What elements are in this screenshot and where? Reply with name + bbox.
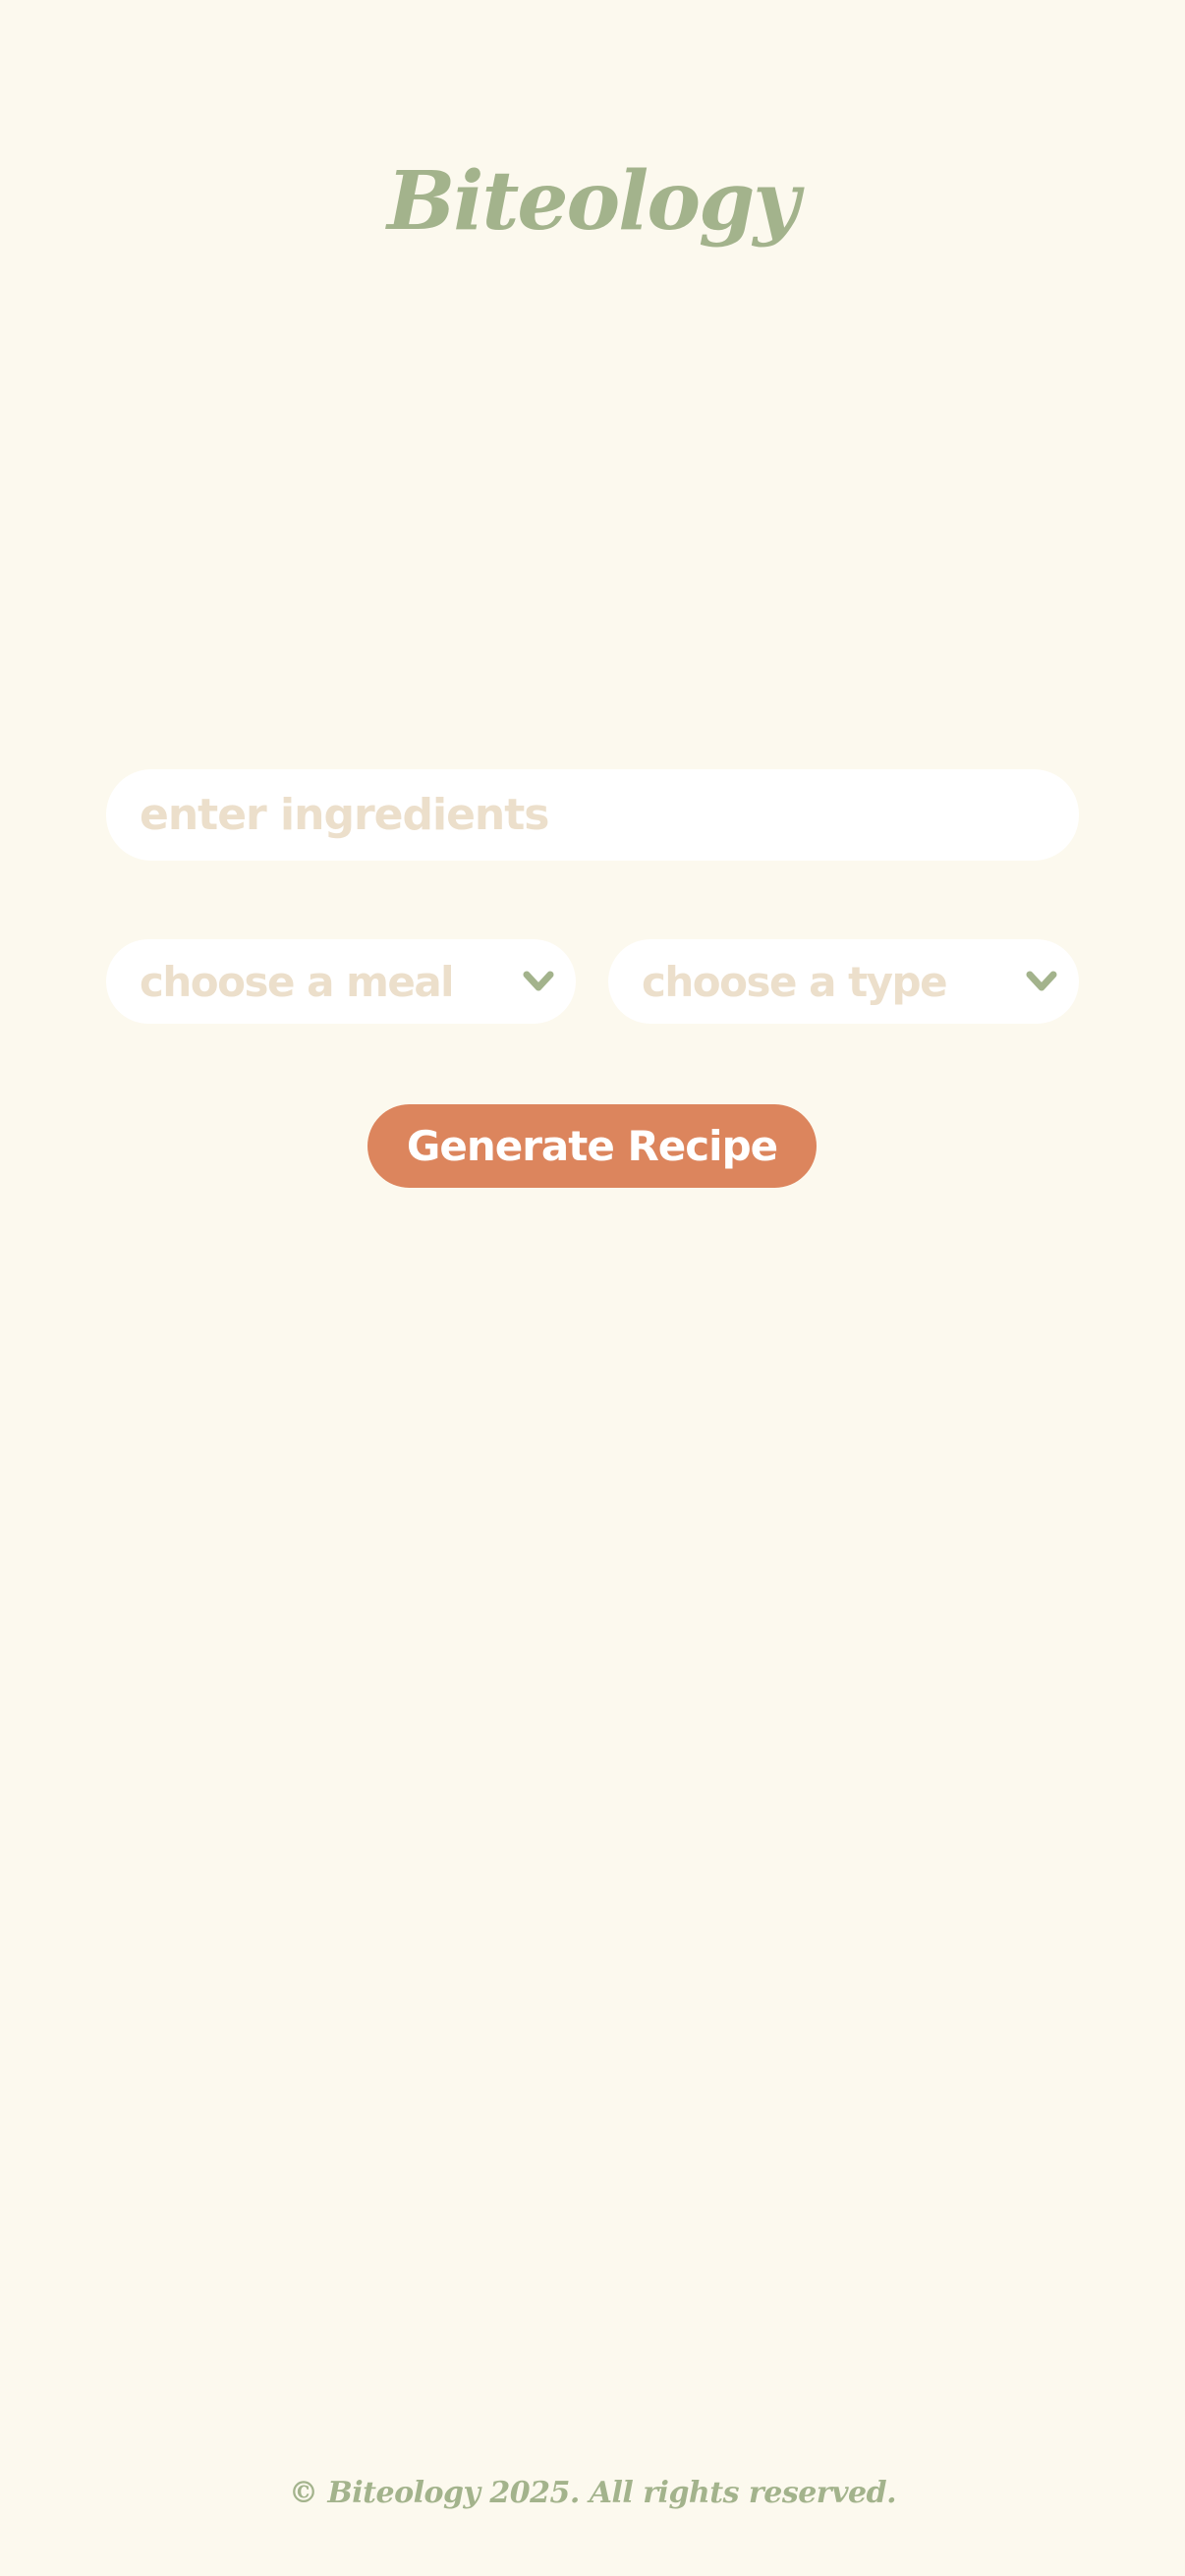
meal-select-label: choose a meal xyxy=(140,957,455,1006)
generate-recipe-button[interactable]: Generate Recipe xyxy=(367,1104,817,1188)
ingredients-field[interactable] xyxy=(106,768,1079,862)
app-title: Biteology xyxy=(386,154,800,249)
meal-select[interactable]: choose a meal xyxy=(106,939,576,1024)
chevron-down-icon xyxy=(521,968,556,995)
type-select-label: choose a type xyxy=(642,957,948,1006)
ingredients-input[interactable] xyxy=(138,768,1047,862)
chevron-down-icon xyxy=(1024,968,1059,995)
type-select[interactable]: choose a type xyxy=(608,939,1079,1024)
footer-copyright: © Biteology 2025. All rights reserved. xyxy=(288,2476,897,2510)
